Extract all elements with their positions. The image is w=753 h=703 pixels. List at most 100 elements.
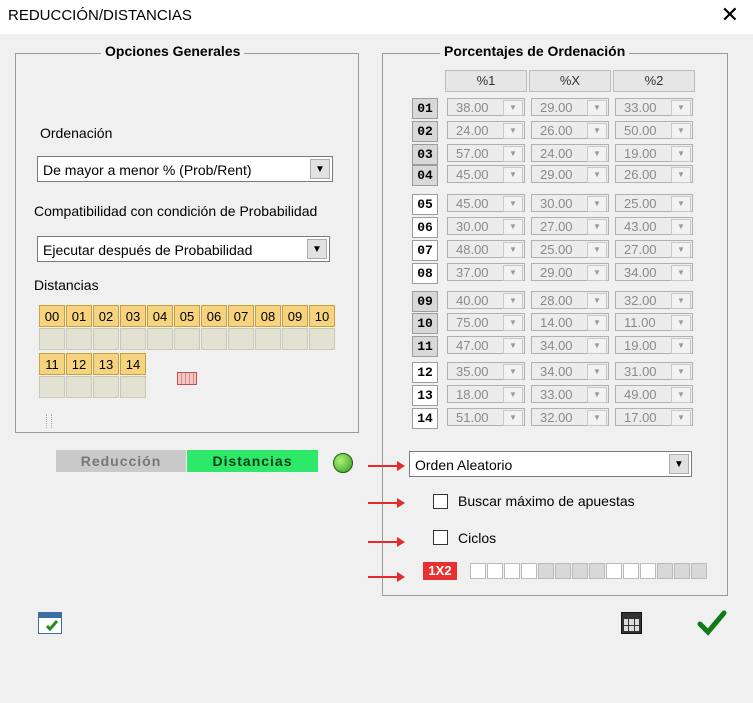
chevron-down-icon[interactable]: ▼ [503,338,523,354]
percent-spinner[interactable]: 18.00 ▼ [447,385,525,403]
percent-spinner[interactable]: 30.00 ▼ [447,217,525,235]
percent-spinner[interactable]: 32.00 ▼ [615,291,693,309]
distance-empty-cell[interactable] [309,328,335,350]
distance-cell[interactable]: 06 [201,305,227,327]
percent-spinner[interactable]: 19.00 ▼ [615,336,693,354]
chevron-down-icon[interactable]: ▼ [503,219,523,235]
1x2-badge[interactable]: 1X2 [423,562,457,580]
confirm-check-icon[interactable] [697,610,727,636]
distance-empty-cell[interactable] [39,376,65,398]
percent-spinner[interactable]: 38.00 ▼ [447,98,525,116]
distance-empty-cell[interactable] [147,328,173,350]
chevron-down-icon[interactable]: ▼ [671,146,691,162]
chevron-down-icon[interactable]: ▼ [669,454,689,474]
percent-spinner[interactable]: 26.00 ▼ [531,121,609,139]
distance-cell[interactable]: 14 [120,353,146,375]
distance-empty-cell[interactable] [93,376,119,398]
chevron-down-icon[interactable]: ▼ [503,387,523,403]
percent-spinner[interactable]: 27.00 ▼ [615,240,693,258]
chevron-down-icon[interactable]: ▼ [503,364,523,380]
distance-cell[interactable]: 09 [282,305,308,327]
ciclos-checkbox[interactable] [433,530,448,545]
chevron-down-icon[interactable]: ▼ [671,364,691,380]
percent-spinner[interactable]: 47.00 ▼ [447,336,525,354]
pattern-cell[interactable] [487,563,503,579]
distance-cell[interactable]: 08 [255,305,281,327]
percent-spinner[interactable]: 14.00 ▼ [531,313,609,331]
distance-empty-cell[interactable] [120,376,146,398]
chevron-down-icon[interactable]: ▼ [671,387,691,403]
chevron-down-icon[interactable]: ▼ [503,146,523,162]
tab-reduccion[interactable]: Reducción [56,450,186,472]
percent-spinner[interactable]: 31.00 ▼ [615,362,693,380]
grid-table-icon[interactable] [177,372,197,385]
chevron-down-icon[interactable]: ▼ [503,410,523,426]
percent-spinner[interactable]: 37.00 ▼ [447,263,525,281]
percent-spinner[interactable]: 19.00 ▼ [615,144,693,162]
pattern-cell[interactable] [606,563,622,579]
chevron-down-icon[interactable]: ▼ [587,196,607,212]
chevron-down-icon[interactable]: ▼ [587,242,607,258]
chevron-down-icon[interactable]: ▼ [587,315,607,331]
percent-spinner[interactable]: 50.00 ▼ [615,121,693,139]
percent-spinner[interactable]: 11.00 ▼ [615,313,693,331]
percent-spinner[interactable]: 28.00 ▼ [531,291,609,309]
pattern-cell[interactable] [623,563,639,579]
chevron-down-icon[interactable]: ▼ [671,315,691,331]
percent-spinner[interactable]: 29.00 ▼ [531,98,609,116]
chevron-down-icon[interactable]: ▼ [671,265,691,281]
pattern-bar[interactable] [470,563,708,579]
chevron-down-icon[interactable]: ▼ [310,159,330,179]
percent-spinner[interactable]: 34.00 ▼ [531,362,609,380]
percent-spinner[interactable]: 51.00 ▼ [447,408,525,426]
percent-spinner[interactable]: 33.00 ▼ [615,98,693,116]
pattern-cell[interactable] [504,563,520,579]
ordenacion-select[interactable]: De mayor a menor % (Prob/Rent) ▼ [37,156,333,182]
percent-spinner[interactable]: 25.00 ▼ [531,240,609,258]
chevron-down-icon[interactable]: ▼ [587,100,607,116]
chevron-down-icon[interactable]: ▼ [587,167,607,183]
chevron-down-icon[interactable]: ▼ [671,219,691,235]
chevron-down-icon[interactable]: ▼ [587,338,607,354]
distance-empty-cell[interactable] [174,328,200,350]
distance-empty-cell[interactable] [120,328,146,350]
chevron-down-icon[interactable]: ▼ [587,123,607,139]
chevron-down-icon[interactable]: ▼ [671,167,691,183]
percent-spinner[interactable]: 17.00 ▼ [615,408,693,426]
pattern-cell[interactable] [572,563,588,579]
chevron-down-icon[interactable]: ▼ [503,315,523,331]
percent-spinner[interactable]: 48.00 ▼ [447,240,525,258]
calculator-icon[interactable] [621,612,642,634]
compat-select[interactable]: Ejecutar después de Probabilidad ▼ [37,236,330,262]
chevron-down-icon[interactable]: ▼ [503,167,523,183]
percent-spinner[interactable]: 33.00 ▼ [531,385,609,403]
distance-empty-cell[interactable] [39,328,65,350]
distance-cell[interactable]: 07 [228,305,254,327]
chevron-down-icon[interactable]: ▼ [671,242,691,258]
chevron-down-icon[interactable]: ▼ [587,293,607,309]
pattern-cell[interactable] [657,563,673,579]
percent-spinner[interactable]: 25.00 ▼ [615,194,693,212]
percent-spinner[interactable]: 29.00 ▼ [531,263,609,281]
distance-cell[interactable]: 01 [66,305,92,327]
percent-spinner[interactable]: 49.00 ▼ [615,385,693,403]
percent-spinner[interactable]: 45.00 ▼ [447,194,525,212]
distance-empty-cell[interactable] [201,328,227,350]
percent-spinner[interactable]: 27.00 ▼ [531,217,609,235]
distance-cell[interactable]: 05 [174,305,200,327]
distance-cell[interactable]: 13 [93,353,119,375]
percent-spinner[interactable]: 43.00 ▼ [615,217,693,235]
distance-empty-cell[interactable] [255,328,281,350]
chevron-down-icon[interactable]: ▼ [503,123,523,139]
chevron-down-icon[interactable]: ▼ [587,146,607,162]
percent-spinner[interactable]: 40.00 ▼ [447,291,525,309]
distance-cell[interactable]: 11 [39,353,65,375]
distance-cell[interactable]: 04 [147,305,173,327]
pattern-cell[interactable] [521,563,537,579]
pattern-cell[interactable] [674,563,690,579]
percent-spinner[interactable]: 35.00 ▼ [447,362,525,380]
pattern-cell[interactable] [691,563,707,579]
chevron-down-icon[interactable]: ▼ [671,196,691,212]
distance-cell[interactable]: 02 [93,305,119,327]
percent-spinner[interactable]: 32.00 ▼ [531,408,609,426]
